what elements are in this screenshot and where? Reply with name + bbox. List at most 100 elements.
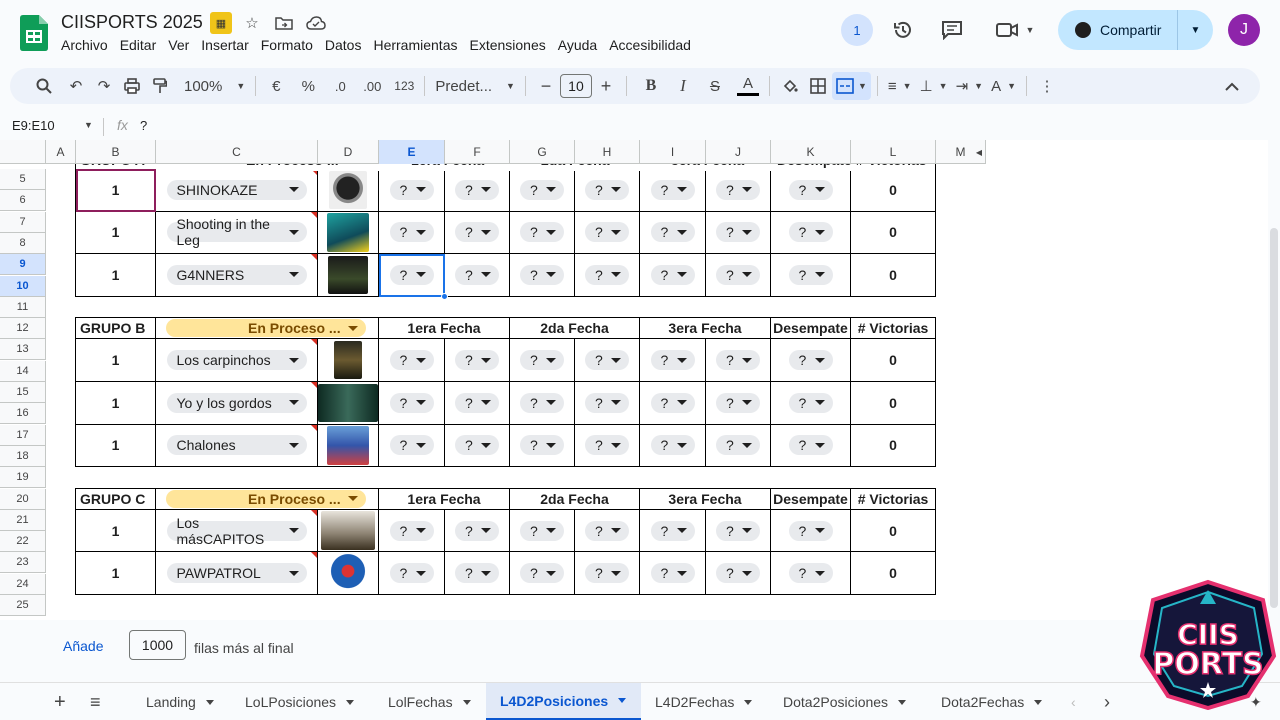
result-cell[interactable]: ? [445, 509, 510, 553]
more-formats-button[interactable]: 123 [390, 72, 418, 100]
dropdown-chip[interactable]: ? [585, 435, 629, 456]
result-cell[interactable]: ? [771, 382, 851, 425]
star-icon[interactable]: ☆ [241, 12, 263, 34]
font-size-input[interactable]: 10 [559, 74, 592, 98]
row-header-19[interactable]: 19 [0, 467, 46, 489]
dropdown-chip[interactable]: ? [455, 392, 499, 413]
result-cell[interactable]: ? [379, 169, 445, 212]
menu-herramientas[interactable]: Herramientas [373, 37, 463, 53]
dropdown-chip[interactable]: ? [585, 179, 629, 200]
result-cell[interactable]: ? [706, 339, 771, 382]
dropdown-chip[interactable]: ? [520, 563, 564, 584]
dropdown-chip[interactable]: ? [650, 350, 695, 371]
result-cell[interactable]: ? [640, 552, 706, 595]
name-box[interactable]: E9:E10 [12, 118, 55, 133]
menu-extensiones[interactable]: Extensiones [469, 37, 551, 53]
column-header-d[interactable]: D [318, 140, 379, 164]
text-rotation-icon[interactable]: A ▼ [987, 72, 1020, 100]
column-header-g[interactable]: G [510, 140, 575, 164]
borders-icon[interactable] [804, 72, 832, 100]
rank-cell[interactable]: 1 [76, 509, 156, 553]
result-cell[interactable]: ? [575, 424, 640, 468]
dropdown-chip[interactable]: ? [650, 520, 695, 541]
sheets-logo-icon[interactable] [20, 15, 48, 51]
column-header-l[interactable]: L [851, 140, 936, 164]
meet-call-icon[interactable]: ▼ [990, 13, 1040, 47]
result-cell[interactable]: ? [771, 211, 851, 255]
dropdown-chip[interactable]: ? [585, 222, 629, 243]
result-cell[interactable]: ? [706, 509, 771, 553]
result-cell[interactable]: ? [510, 382, 575, 425]
formula-input[interactable]: ? [140, 118, 147, 133]
team-name-cell[interactable]: Chalones [156, 424, 318, 468]
dropdown-chip[interactable]: ? [455, 350, 499, 371]
result-cell[interactable]: ? [575, 382, 640, 425]
dropdown-chip[interactable]: ? [520, 520, 564, 541]
dropdown-chip[interactable]: ? [455, 179, 499, 200]
dropdown-chip[interactable]: ? [585, 392, 629, 413]
redo-icon[interactable]: ↷ [90, 72, 118, 100]
dropdown-chip[interactable]: ? [455, 222, 499, 243]
dropdown-chip[interactable]: ? [716, 392, 760, 413]
menu-archivo[interactable]: Archivo [61, 37, 114, 53]
row-header-24[interactable]: 24 [0, 573, 46, 595]
menu-editar[interactable]: Editar [120, 37, 163, 53]
dropdown-chip[interactable]: Los carpinchos [166, 350, 307, 371]
header-victorias[interactable]: # Victorias [851, 488, 936, 510]
dropdown-chip[interactable]: ? [520, 435, 564, 456]
wins-cell[interactable]: 0 [851, 509, 936, 553]
sheet-tab-lolfechas[interactable]: LolFechas [374, 683, 485, 720]
dropdown-chip[interactable]: ? [585, 520, 629, 541]
rank-cell[interactable]: 1 [76, 169, 156, 212]
header-1era-fecha[interactable]: 1era Fecha [379, 488, 510, 510]
all-sheets-icon[interactable]: ≡ [82, 683, 101, 720]
dropdown-chip[interactable]: ? [716, 563, 760, 584]
increase-decimals-button[interactable]: .00 [358, 72, 386, 100]
wins-cell[interactable]: 0 [851, 382, 936, 425]
result-cell[interactable]: ? [379, 424, 445, 468]
add-rows-count-input[interactable]: 1000 [129, 630, 186, 660]
dropdown-chip[interactable]: ? [455, 264, 499, 285]
row-header-8[interactable]: 8 [0, 232, 46, 254]
result-cell[interactable]: ? [379, 509, 445, 553]
result-cell[interactable]: ? [771, 339, 851, 382]
dropdown-chip[interactable]: ? [389, 435, 434, 456]
dropdown-chip[interactable]: ? [389, 350, 434, 371]
dropdown-chip[interactable]: ? [389, 222, 434, 243]
header-2da-fecha[interactable]: 2da Fecha [510, 318, 640, 340]
result-cell[interactable]: ? [706, 211, 771, 255]
chevron-down-icon[interactable]: ▼ [84, 120, 93, 130]
result-cell[interactable]: ? [379, 339, 445, 382]
result-cell[interactable]: ? [640, 424, 706, 468]
group-title[interactable]: GRUPO B [76, 318, 156, 340]
sheet-tab-l4d2fechas[interactable]: L4D2Fechas [641, 683, 768, 720]
result-cell[interactable]: ? [771, 552, 851, 595]
print-icon[interactable] [118, 72, 146, 100]
italic-icon[interactable]: I [669, 72, 697, 100]
result-cell[interactable]: ? [510, 552, 575, 595]
menu-insertar[interactable]: Insertar [201, 37, 254, 53]
dropdown-chip[interactable]: ? [585, 563, 629, 584]
result-cell[interactable]: ? [640, 211, 706, 255]
fill-handle[interactable] [441, 292, 448, 300]
fill-color-icon[interactable] [776, 72, 804, 100]
decrease-decimals-button[interactable]: .0 [326, 72, 354, 100]
team-logo-cell[interactable] [318, 509, 379, 553]
row-header-12[interactable]: 12 [0, 318, 46, 340]
row-header-18[interactable]: 18 [0, 445, 46, 467]
sheet-tab-dota2fechas[interactable]: Dota2Fechas [927, 683, 1047, 720]
team-logo-cell[interactable] [318, 211, 379, 255]
result-cell[interactable]: ? [640, 339, 706, 382]
dropdown-chip[interactable]: ? [650, 264, 695, 285]
dropdown-chip[interactable]: ? [788, 222, 833, 243]
group-title[interactable]: GRUPO C [76, 488, 156, 510]
row-header-16[interactable]: 16 [0, 403, 46, 425]
result-cell[interactable]: ? [575, 211, 640, 255]
rank-cell[interactable]: 1 [76, 339, 156, 382]
dropdown-chip[interactable]: ? [520, 392, 564, 413]
row-header-9[interactable]: 9 [0, 254, 46, 276]
dropdown-chip[interactable]: ? [716, 435, 760, 456]
dropdown-chip[interactable]: ? [455, 563, 499, 584]
dropdown-chip[interactable]: ? [716, 179, 760, 200]
horizontal-align-icon[interactable]: ≡ ▼ [884, 72, 916, 100]
